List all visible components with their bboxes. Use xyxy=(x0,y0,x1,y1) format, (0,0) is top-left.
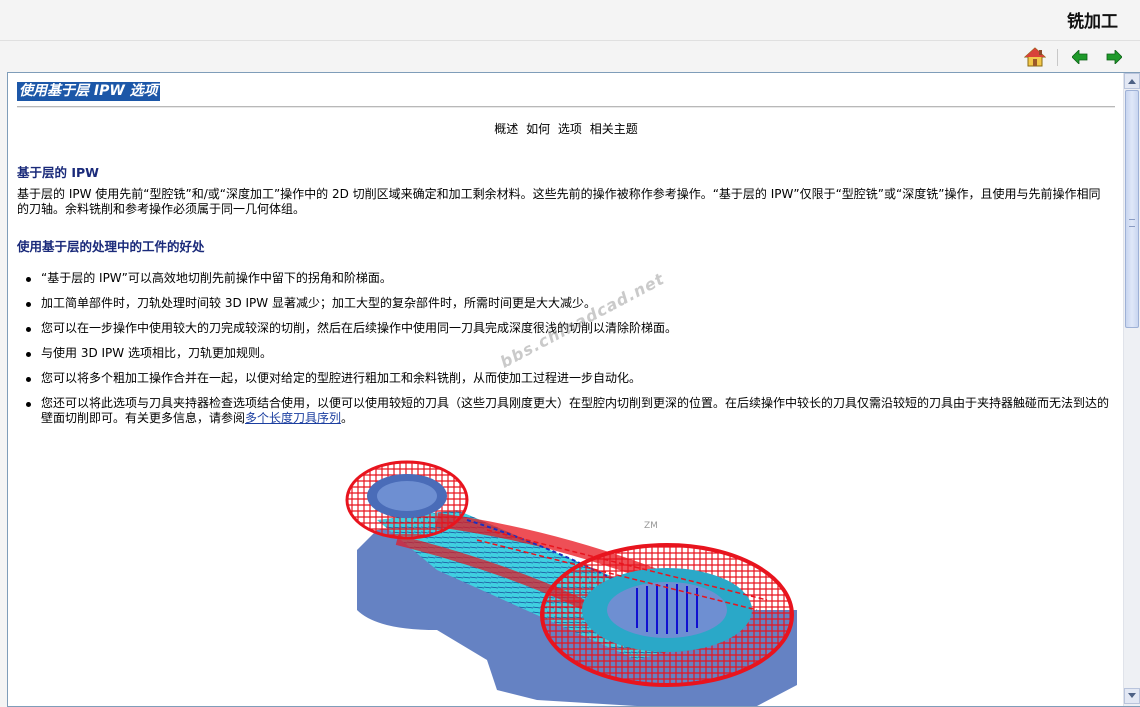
topic-links: 概述 如何 选项 相关主题 xyxy=(8,121,1124,137)
chevron-down-icon xyxy=(1128,693,1136,698)
topic-link-related[interactable]: 相关主题 xyxy=(590,122,638,136)
header-bar: 铣加工 xyxy=(0,0,1140,41)
home-icon xyxy=(1024,47,1046,67)
left-margin xyxy=(0,72,7,707)
forward-arrow-icon xyxy=(1106,50,1122,64)
scroll-grip-icon xyxy=(1129,219,1135,227)
nav-toolbar xyxy=(0,41,1140,72)
header-title: 铣加工 xyxy=(1067,12,1118,32)
section-heading-ipw: 基于层的 IPW xyxy=(17,165,99,180)
back-button[interactable] xyxy=(1068,45,1092,69)
list-item: 与使用 3D IPW 选项相比，刀轨更加规则。 xyxy=(17,346,1117,361)
chevron-up-icon xyxy=(1128,79,1136,84)
vertical-scrollbar[interactable] xyxy=(1123,73,1140,706)
toolbar-separator xyxy=(1057,49,1058,66)
list-item: “基于层的 IPW”可以高效地切削先前操作中留下的拐角和阶梯面。 xyxy=(17,271,1117,286)
scroll-up-button[interactable] xyxy=(1124,73,1140,89)
title-divider xyxy=(17,106,1115,108)
list-item-end: 。 xyxy=(341,411,354,425)
help-content: 使用基于层 IPW 选项 概述 如何 选项 相关主题 基于层的 IPW 基于层的… xyxy=(8,73,1124,706)
benefits-list: “基于层的 IPW”可以高效地切削先前操作中留下的拐角和阶梯面。 加工简单部件时… xyxy=(17,271,1117,436)
toolpath-figure: ZM xyxy=(345,460,797,706)
section-heading-benefits: 使用基于层的处理中的工件的好处 xyxy=(17,239,205,254)
scroll-thumb[interactable] xyxy=(1125,90,1139,328)
topic-link-options[interactable]: 选项 xyxy=(558,122,582,136)
multi-length-tool-link[interactable]: 多个长度刀具序列 xyxy=(245,411,341,425)
list-item: 您可以将多个粗加工操作合并在一起，以便对给定的型腔进行粗加工和余料铣削，从而使加… xyxy=(17,371,1117,386)
list-item: 您还可以将此选项与刀具夹持器检查选项结合使用，以便可以使用较短的刀具（这些刀具刚… xyxy=(17,396,1117,426)
section-paragraph-ipw: 基于层的 IPW 使用先前“型腔铣”和/或“深度加工”操作中的 2D 切削区域来… xyxy=(17,187,1101,216)
help-content-frame: 使用基于层 IPW 选项 概述 如何 选项 相关主题 基于层的 IPW 基于层的… xyxy=(7,72,1140,707)
axis-label-zm: ZM xyxy=(644,521,658,531)
topic-link-overview[interactable]: 概述 xyxy=(494,122,518,136)
back-arrow-icon xyxy=(1072,50,1088,64)
list-item: 加工简单部件时，刀轨处理时间较 3D IPW 显著减少；加工大型的复杂部件时，所… xyxy=(17,296,1117,311)
list-item-text: 您还可以将此选项与刀具夹持器检查选项结合使用，以便可以使用较短的刀具（这些刀具刚… xyxy=(41,396,1110,425)
scroll-down-button[interactable] xyxy=(1124,688,1140,704)
home-button[interactable] xyxy=(1023,45,1047,69)
page-title: 使用基于层 IPW 选项 xyxy=(17,82,160,101)
forward-button[interactable] xyxy=(1102,45,1126,69)
topic-link-howto[interactable]: 如何 xyxy=(526,122,550,136)
